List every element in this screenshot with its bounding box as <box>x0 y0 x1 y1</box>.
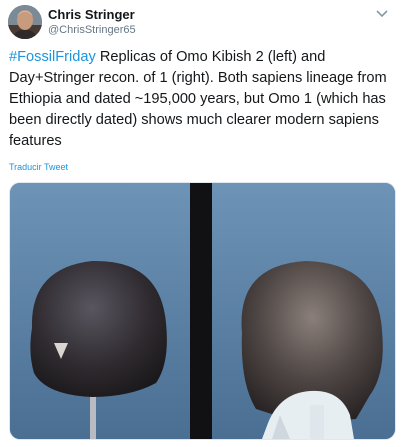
chevron-down-icon[interactable] <box>375 8 389 20</box>
tweet-card: Chris Stringer @ChrisStringer65 #FossilF… <box>0 0 401 447</box>
tweet-text: #FossilFriday Replicas of Omo Kibish 2 (… <box>9 47 394 152</box>
user-avatar[interactable] <box>8 5 42 39</box>
avatar-image <box>8 5 42 39</box>
author-handle[interactable]: @ChrisStringer65 <box>48 24 136 36</box>
hashtag-link[interactable]: #FossilFriday <box>9 49 96 65</box>
author-name[interactable]: Chris Stringer <box>48 7 135 22</box>
translate-tweet-link[interactable]: Traducir Tweet <box>9 162 68 172</box>
tweet-photo[interactable] <box>9 182 396 440</box>
skull-replicas-photo <box>10 183 395 439</box>
